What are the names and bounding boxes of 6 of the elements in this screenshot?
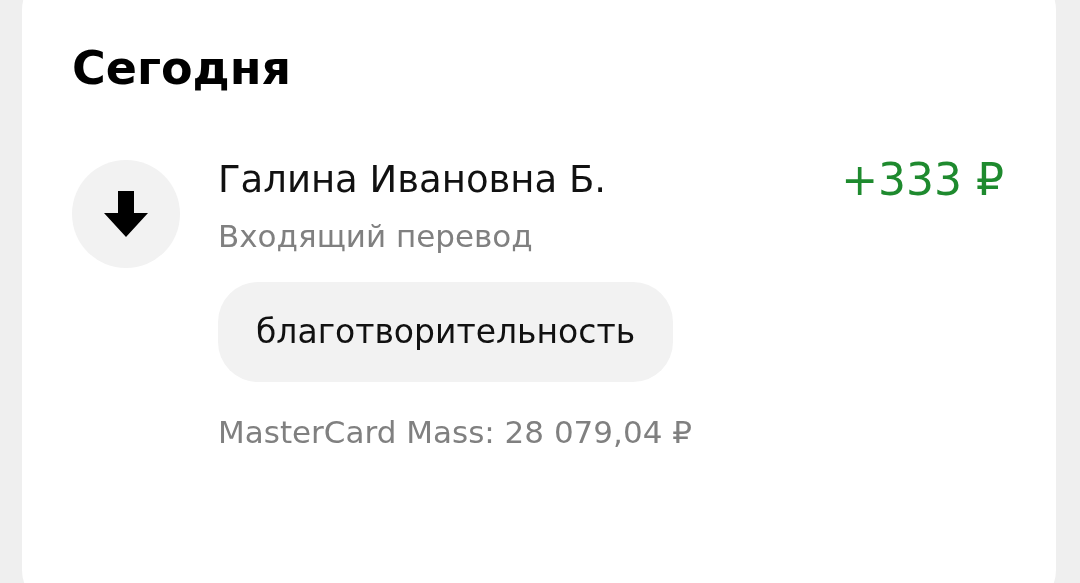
tag-chip[interactable]: благотворительность [218,282,674,382]
amount: +333 ₽ [841,153,1004,207]
account-balance: MasterCard Mass: 28 079,04 ₽ [218,413,693,452]
sender-name: Галина Ивановна Б. [218,157,607,203]
transfer-type: Входящий перевод [218,217,534,256]
section-title: Сегодня [72,40,293,97]
